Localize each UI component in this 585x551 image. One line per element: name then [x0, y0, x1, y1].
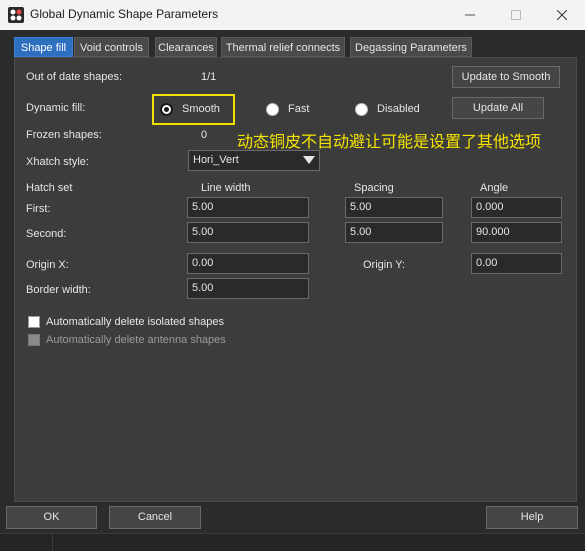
xhatch-style-select[interactable]: Hori_Vert — [188, 150, 320, 171]
update-to-smooth-button[interactable]: Update to Smooth — [452, 66, 560, 88]
cancel-button[interactable]: Cancel — [109, 506, 201, 529]
dynamic-fill-label: Dynamic fill: — [26, 102, 86, 114]
close-icon[interactable] — [539, 0, 585, 30]
minimize-icon[interactable] — [447, 0, 493, 30]
chevron-down-icon[interactable] — [303, 156, 315, 164]
radio-smooth-indicator[interactable] — [160, 102, 173, 116]
maximize-icon[interactable] — [493, 0, 539, 30]
second-spacing-field[interactable]: 5.00 — [345, 222, 443, 243]
origin-x-label: Origin X: — [26, 259, 69, 271]
radio-disabled-indicator[interactable] — [355, 102, 368, 116]
origin-y-label: Origin Y: — [363, 259, 405, 271]
status-bar — [0, 533, 585, 551]
second-label: Second: — [26, 228, 67, 240]
auto-delete-isolated-label: Automatically delete isolated shapes — [46, 316, 224, 328]
radio-smooth[interactable]: Smooth — [160, 101, 220, 117]
radio-fast-indicator[interactable] — [266, 102, 279, 116]
app-icon — [8, 7, 24, 23]
frozen-shapes-value: 0 — [201, 129, 208, 141]
shape-fill-panel: Out of date shapes: 1/1 Update to Smooth… — [14, 57, 577, 502]
xhatch-style-value: Hori_Vert — [193, 154, 239, 166]
xhatch-style-label: Xhatch style: — [26, 156, 89, 168]
tab-void-controls[interactable]: Void controls — [74, 37, 149, 57]
first-label: First: — [26, 203, 51, 215]
tab-degassing-parameters[interactable]: Degassing Parameters — [350, 37, 472, 57]
first-line-width-field[interactable]: 5.00 — [187, 197, 309, 218]
status-divider — [52, 534, 53, 551]
first-spacing-field[interactable]: 5.00 — [345, 197, 443, 218]
radio-fast[interactable]: Fast — [266, 101, 309, 117]
tab-thermal-relief-connects[interactable]: Thermal relief connects — [221, 37, 345, 57]
spacing-header: Spacing — [354, 182, 394, 194]
first-angle-field[interactable]: 0.000 — [471, 197, 562, 218]
radio-disabled-label: Disabled — [377, 103, 420, 115]
border-width-label: Border width: — [26, 284, 91, 296]
update-all-button[interactable]: Update All — [452, 97, 544, 119]
tab-shape-fill[interactable]: Shape fill — [14, 37, 73, 57]
auto-delete-antenna-label: Automatically delete antenna shapes — [46, 334, 226, 346]
second-angle-field[interactable]: 90.000 — [471, 222, 562, 243]
radio-fast-label: Fast — [288, 103, 310, 115]
auto-delete-isolated-row[interactable]: Automatically delete isolated shapes — [28, 316, 224, 328]
origin-x-field[interactable]: 0.00 — [187, 253, 309, 274]
title-bar: Global Dynamic Shape Parameters — [0, 0, 585, 30]
out-of-date-value: 1/1 — [201, 71, 217, 83]
ok-button[interactable]: OK — [6, 506, 97, 529]
auto-delete-antenna-checkbox — [28, 334, 40, 346]
radio-disabled[interactable]: Disabled — [355, 101, 420, 117]
out-of-date-label: Out of date shapes: — [26, 71, 123, 83]
frozen-shapes-label: Frozen shapes: — [26, 129, 102, 141]
angle-header: Angle — [480, 182, 509, 194]
origin-y-field[interactable]: 0.00 — [471, 253, 562, 274]
auto-delete-isolated-checkbox[interactable] — [28, 316, 40, 328]
tab-clearances[interactable]: Clearances — [155, 37, 217, 57]
border-width-field[interactable]: 5.00 — [187, 278, 309, 299]
second-line-width-field[interactable]: 5.00 — [187, 222, 309, 243]
help-button[interactable]: Help — [486, 506, 578, 529]
hatch-set-label: Hatch set — [26, 182, 73, 194]
annotation-text: 动态铜皮不自动避让可能是设置了其他选项 — [237, 132, 542, 151]
window-title: Global Dynamic Shape Parameters — [30, 7, 219, 21]
line-width-header: Line width — [201, 182, 251, 194]
auto-delete-antenna-row: Automatically delete antenna shapes — [28, 334, 226, 346]
radio-smooth-label: Smooth — [182, 103, 220, 115]
